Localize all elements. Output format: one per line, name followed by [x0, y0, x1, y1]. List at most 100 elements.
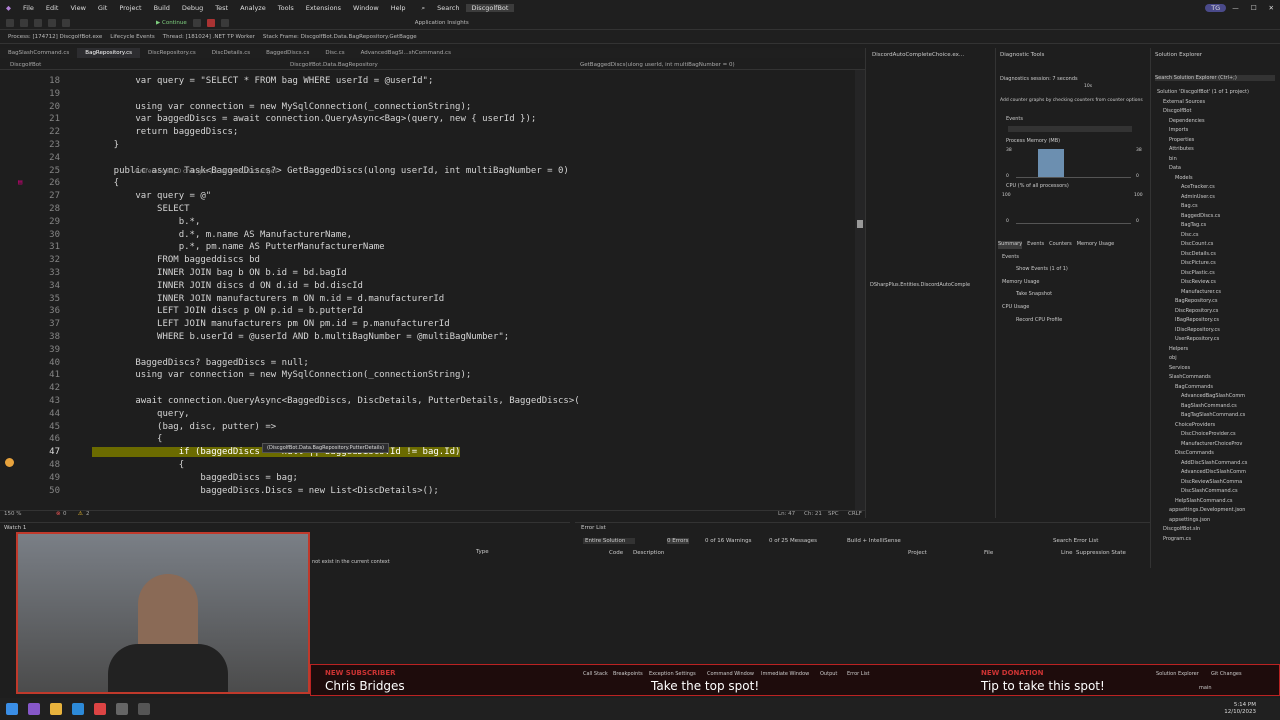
menu-edit[interactable]: Edit: [40, 4, 65, 12]
spacing-indicator[interactable]: SPC: [828, 511, 839, 517]
solution-item[interactable]: ChoiceProviders: [1175, 422, 1215, 428]
solution-item[interactable]: UserRepository.cs: [1175, 336, 1219, 342]
solution-item[interactable]: DiscgolfBot.sln: [1163, 526, 1200, 532]
tab-bagrepository[interactable]: BagRepository.cs: [77, 48, 141, 58]
restart-icon[interactable]: [220, 18, 229, 27]
menu-extensions[interactable]: Extensions: [300, 4, 347, 12]
code-line[interactable]: INNER JOIN manufacturers m ON m.id = d.m…: [92, 294, 444, 304]
solution-item[interactable]: Helpers: [1169, 346, 1188, 352]
code-line[interactable]: d.*, m.name AS ManufacturerName,: [92, 230, 352, 240]
app2-icon[interactable]: [138, 703, 150, 715]
process-select[interactable]: Process: [174712] DiscgolfBot.exe: [8, 34, 102, 40]
solution-item[interactable]: DiscSlashCommand.cs: [1181, 488, 1238, 494]
solution-item[interactable]: Program.cs: [1163, 536, 1191, 542]
bottom-tab-command[interactable]: Command Window: [707, 671, 754, 677]
solution-item[interactable]: AdvancedBagSlashComm: [1181, 393, 1245, 399]
solution-item[interactable]: appsettings.json: [1169, 517, 1210, 523]
messages-filter[interactable]: 0 of 25 Messages: [769, 538, 817, 544]
solution-item[interactable]: DiscDetails.cs: [1181, 251, 1216, 257]
undo-icon[interactable]: [48, 18, 56, 27]
scroll-thumb[interactable]: [857, 220, 863, 228]
tab-counters[interactable]: Counters: [1049, 241, 1072, 249]
warning-icon[interactable]: ⚠: [78, 511, 83, 517]
save-icon[interactable]: [34, 18, 42, 27]
menu-tools[interactable]: Tools: [272, 4, 300, 12]
solution-item[interactable]: DiscCount.cs: [1181, 241, 1213, 247]
code-line[interactable]: FROM baggeddiscs bd: [92, 255, 260, 265]
solution-item[interactable]: HelpSlashCommand.cs: [1175, 498, 1232, 504]
start-icon[interactable]: [6, 703, 18, 715]
tab-advancedbagslashcommand[interactable]: AdvancedBagSl...shCommand.cs: [353, 48, 459, 58]
solution-item[interactable]: Dependencies: [1169, 118, 1205, 124]
code-line[interactable]: p.*, pm.name AS PutterManufacturerName: [92, 242, 385, 252]
code-line[interactable]: using var connection = new MySqlConnecti…: [92, 370, 471, 380]
code-line[interactable]: return baggedDiscs;: [92, 127, 238, 137]
code-line[interactable]: baggedDiscs = bag;: [92, 473, 298, 483]
solution-item[interactable]: DiscChoiceProvider.cs: [1181, 431, 1236, 437]
bottom-tab-breakpoints[interactable]: Breakpoints: [613, 671, 643, 677]
continue-button[interactable]: ▶ Continue: [156, 20, 187, 26]
lifecycle-select[interactable]: Lifecycle Events: [110, 34, 155, 40]
menu-window[interactable]: Window: [347, 4, 385, 12]
nav-method[interactable]: GetBaggedDiscs(ulong userId, int multiBa…: [580, 60, 735, 70]
nav-class[interactable]: DiscgolfBot.Data.BagRepository: [290, 60, 378, 70]
bottom-tab-output[interactable]: Output: [820, 671, 837, 677]
code-line[interactable]: LEFT JOIN discs p ON p.id = b.putterId: [92, 306, 363, 316]
tab-baggeddiscs[interactable]: BaggedDiscs.cs: [258, 48, 317, 58]
menu-project[interactable]: Project: [113, 4, 147, 12]
git-branch[interactable]: main: [1199, 685, 1212, 691]
code-line[interactable]: await connection.QueryAsync<BaggedDiscs,…: [92, 396, 579, 406]
menu-file[interactable]: File: [17, 4, 40, 12]
solution-item[interactable]: Services: [1169, 365, 1190, 371]
solution-item[interactable]: DiscPicture.cs: [1181, 260, 1216, 266]
menu-help[interactable]: Help: [385, 4, 412, 12]
solution-item[interactable]: obj: [1169, 355, 1177, 361]
solution-item[interactable]: bin: [1169, 156, 1177, 162]
tab-discrepository[interactable]: DiscRepository.cs: [140, 48, 204, 58]
code-line[interactable]: var baggedDiscs = await connection.Query…: [92, 114, 536, 124]
warnings-filter[interactable]: 0 of 16 Warnings: [705, 538, 752, 544]
redo-icon[interactable]: [62, 18, 70, 27]
code-line[interactable]: (bag, disc, putter) =>: [92, 422, 276, 432]
menu-test[interactable]: Test: [209, 4, 234, 12]
git-changes-tab[interactable]: Git Changes: [1211, 671, 1242, 677]
insights-label[interactable]: Application Insights: [415, 20, 469, 26]
code-line[interactable]: INNER JOIN discs d ON d.id = bd.discId: [92, 281, 363, 291]
bottom-tab-callstack[interactable]: Call Stack: [583, 671, 608, 677]
code-line[interactable]: query,: [92, 409, 190, 419]
code-line[interactable]: using var connection = new MySqlConnecti…: [92, 102, 471, 112]
solution-item[interactable]: IBagRepository.cs: [1175, 317, 1219, 323]
solution-item[interactable]: AdminUser.cs: [1181, 194, 1215, 200]
scope-select[interactable]: Entire Solution: [583, 538, 636, 544]
show-events-link[interactable]: Show Events (1 of 1): [1016, 266, 1068, 272]
code-line[interactable]: {: [92, 434, 162, 444]
col-project[interactable]: Project: [908, 550, 927, 556]
record-cpu-button[interactable]: Record CPU Profile: [1016, 317, 1062, 323]
solution-item[interactable]: Attributes: [1169, 146, 1194, 152]
solution-item[interactable]: BagSlashCommand.cs: [1181, 403, 1237, 409]
solution-tab[interactable]: Solution Explorer: [1156, 671, 1199, 677]
solution-item[interactable]: External Sources: [1163, 99, 1205, 105]
code-line[interactable]: var query = @": [92, 191, 211, 201]
back-icon[interactable]: [6, 18, 14, 27]
bookmark-icon[interactable]: ▤: [18, 178, 28, 186]
take-snapshot-button[interactable]: Take Snapshot: [1016, 291, 1052, 297]
solution-item[interactable]: DiscPlastic.cs: [1181, 270, 1215, 276]
build-select[interactable]: Build + IntelliSense: [847, 538, 901, 544]
close-icon[interactable]: ✕: [1263, 4, 1280, 12]
solution-item[interactable]: BagTagSlashCommand.cs: [1181, 412, 1245, 418]
solution-item[interactable]: Bag.cs: [1181, 203, 1198, 209]
code-line[interactable]: LEFT JOIN manufacturers pm ON pm.id = p.…: [92, 319, 450, 329]
tab-bagslashcommand[interactable]: BagSlashCommand.cs: [0, 48, 77, 58]
chrome-icon[interactable]: [94, 703, 106, 715]
col-suppression[interactable]: Suppression State: [1076, 550, 1126, 556]
solution-item[interactable]: Imports: [1169, 127, 1188, 133]
solution-item[interactable]: ManufacturerChoiceProv: [1181, 441, 1242, 447]
code-line[interactable]: SELECT: [92, 204, 190, 214]
code-line[interactable]: var query = "SELECT * FROM bag WHERE use…: [92, 76, 433, 86]
code-line[interactable]: INNER JOIN bag b ON b.id = bd.bagId: [92, 268, 347, 278]
code-line[interactable]: WHERE b.userId = @userId AND b.multiBagN…: [92, 332, 509, 342]
vs-icon[interactable]: [28, 703, 40, 715]
solution-item[interactable]: DiscReview.cs: [1181, 279, 1216, 285]
vscode-icon[interactable]: [72, 703, 84, 715]
